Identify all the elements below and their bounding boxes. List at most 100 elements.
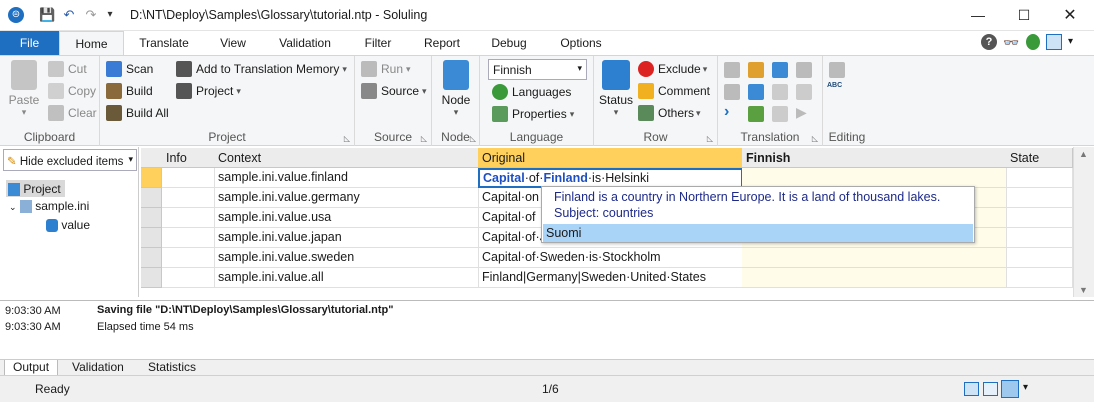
minimize-button[interactable]: —	[955, 0, 1001, 31]
export-icon[interactable]	[772, 106, 788, 122]
context-cell[interactable]: sample.ini.value.all	[214, 268, 479, 288]
tab-output-validation[interactable]: Validation	[64, 360, 132, 376]
context-cell[interactable]: sample.ini.value.sweden	[214, 248, 479, 268]
binoculars-icon[interactable]: 👓	[1003, 35, 1019, 51]
row-selector[interactable]	[141, 168, 162, 188]
tab-validation[interactable]: Validation	[268, 31, 342, 55]
tab-report[interactable]: Report	[414, 31, 470, 55]
context-cell[interactable]: sample.ini.value.germany	[214, 188, 479, 208]
wrench-icon[interactable]	[796, 62, 812, 78]
monitor-icon[interactable]	[1046, 34, 1062, 50]
dialog-launcher-icon[interactable]: ◺	[344, 134, 350, 143]
scroll-down-icon[interactable]: ▼	[1079, 285, 1088, 295]
machine-translate-icon[interactable]	[724, 62, 740, 78]
build-all-button[interactable]: Build All	[106, 105, 169, 121]
tree-item-sample-ini[interactable]: ⌄ sample.ini	[9, 199, 89, 214]
scroll-up-icon[interactable]: ▲	[1079, 149, 1088, 159]
copy-source-icon[interactable]	[772, 62, 788, 78]
state-cell[interactable]	[1006, 208, 1073, 228]
finnish-cell[interactable]	[742, 248, 1007, 268]
finnish-cell[interactable]	[742, 168, 1007, 188]
state-cell[interactable]	[1006, 248, 1073, 268]
add-to-tm-button[interactable]: Add to Translation Memory ▾	[176, 61, 347, 77]
info-cell[interactable]	[162, 188, 215, 208]
tree-item-project[interactable]: Project	[6, 180, 65, 198]
project-menu-button[interactable]: Project ▾	[176, 83, 241, 99]
dialog-launcher-icon[interactable]: ◺	[421, 134, 427, 143]
filter-select[interactable]: ✎ Hide excluded items ▾	[3, 149, 137, 171]
tree-item-value[interactable]: value	[46, 218, 90, 233]
info-cell[interactable]	[162, 248, 215, 268]
undo-icon[interactable]: ↶	[61, 7, 77, 23]
state-cell[interactable]	[1006, 188, 1073, 208]
others-button[interactable]: Others ▾	[638, 105, 701, 121]
context-cell[interactable]: sample.ini.value.japan	[214, 228, 479, 248]
dialog-launcher-icon[interactable]: ◺	[707, 134, 713, 143]
tab-home[interactable]: Home	[59, 31, 124, 56]
source-menu-button[interactable]: Source ▾	[361, 83, 427, 99]
next-arrow-icon[interactable]: ›	[724, 103, 729, 121]
dialog-launcher-icon[interactable]: ◺	[812, 134, 818, 143]
maximize-button[interactable]: ☐	[1001, 0, 1047, 31]
original-cell-selected[interactable]: Capital·of·Finland·is·Helsinki	[478, 168, 743, 188]
globe-icon[interactable]	[1026, 34, 1040, 50]
finnish-cell[interactable]	[742, 268, 1007, 288]
save-icon[interactable]: 💾	[39, 7, 55, 23]
tab-translate[interactable]: Translate	[132, 31, 196, 55]
tab-debug[interactable]: Debug	[482, 31, 536, 55]
context-cell[interactable]: sample.ini.value.usa	[214, 208, 479, 228]
tab-view[interactable]: View	[205, 31, 261, 55]
info-cell[interactable]	[162, 208, 215, 228]
exclude-button[interactable]: Exclude ▾	[638, 61, 707, 77]
dialog-launcher-icon[interactable]: ◺	[470, 134, 476, 143]
node-button[interactable]: Node ▾	[438, 60, 474, 118]
state-cell[interactable]	[1006, 168, 1073, 188]
quick-access-dropdown-icon[interactable]: ▾	[102, 7, 118, 23]
close-button[interactable]: ✕	[1047, 0, 1093, 31]
original-cell[interactable]: Capital·of·Sweden·is·Stockholm	[478, 248, 743, 268]
ribbon-options-dropdown-icon[interactable]: ▾	[1068, 36, 1073, 47]
cut-button[interactable]: Cut	[48, 61, 87, 77]
flask-icon[interactable]	[829, 62, 845, 78]
help-icon[interactable]: ?	[981, 34, 997, 50]
tab-statistics[interactable]: Statistics	[140, 360, 204, 376]
properties-button[interactable]: Properties ▾	[492, 106, 574, 122]
glossary-suggestion[interactable]: Suomi	[543, 224, 973, 242]
tab-options[interactable]: Options	[548, 31, 614, 55]
info-cell[interactable]	[162, 268, 215, 288]
status-button[interactable]: Status ▾	[596, 60, 636, 118]
tab-filter[interactable]: Filter	[352, 31, 404, 55]
check-icon[interactable]	[796, 84, 812, 100]
scan-button[interactable]: Scan	[106, 61, 153, 77]
row-selector[interactable]	[141, 248, 162, 268]
edit-row-icon[interactable]	[748, 84, 764, 100]
build-button[interactable]: Build	[106, 83, 153, 99]
layout-split-icon[interactable]	[1001, 380, 1019, 398]
header-state[interactable]: State	[1006, 148, 1073, 168]
grid-scrollbar[interactable]: ▲ ▼	[1073, 147, 1094, 297]
state-cell[interactable]	[1006, 228, 1073, 248]
import-icon[interactable]	[748, 106, 764, 122]
paste-button[interactable]: Paste ▾	[6, 60, 42, 118]
header-context[interactable]: Context	[214, 148, 479, 168]
clear-button[interactable]: Clear	[48, 105, 97, 121]
original-cell[interactable]: Finland|Germany|Sweden·United·States	[478, 268, 743, 288]
languages-button[interactable]: Languages	[492, 84, 571, 100]
info-cell[interactable]	[162, 168, 215, 188]
layout-list-icon[interactable]	[983, 382, 998, 396]
header-finnish[interactable]: Finnish	[742, 148, 1007, 168]
row-selector[interactable]	[141, 268, 162, 288]
redo-icon[interactable]: ↷	[83, 7, 99, 23]
language-select[interactable]: Finnish ▾	[488, 59, 587, 80]
copy-button[interactable]: Copy	[48, 83, 96, 99]
info-cell[interactable]	[162, 228, 215, 248]
edit-pencil-icon[interactable]	[748, 62, 764, 78]
row-selector[interactable]	[141, 188, 162, 208]
play-icon[interactable]: ▶	[796, 104, 807, 121]
run-button[interactable]: Run ▾	[361, 61, 411, 77]
row-selector[interactable]	[141, 228, 162, 248]
layout-grid-icon[interactable]	[964, 382, 979, 396]
layout-dropdown-icon[interactable]: ▾	[1023, 382, 1028, 393]
header-original[interactable]: Original	[478, 148, 743, 168]
row-selector[interactable]	[141, 208, 162, 228]
